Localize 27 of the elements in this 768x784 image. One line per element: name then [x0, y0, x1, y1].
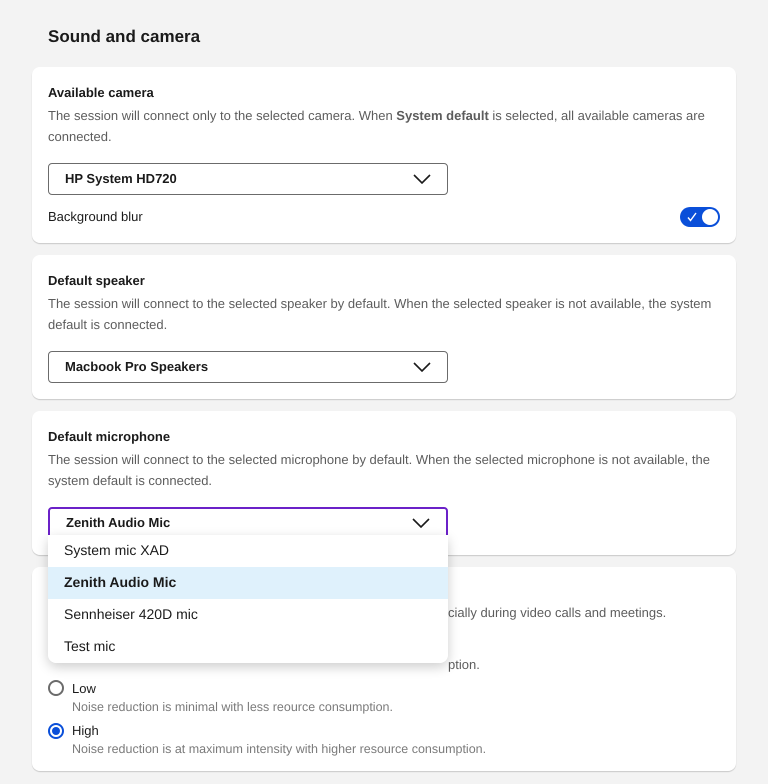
radio-button[interactable]: [48, 680, 64, 696]
chevron-down-icon: [413, 174, 431, 184]
section-description: The session will connect to the selected speaker by default. When the selected speaker is not available, the system default is connected.: [48, 294, 712, 334]
section-description: cially during video calls and meetings.: [448, 604, 666, 622]
section-heading: Default microphone: [48, 428, 172, 446]
option-description: ption.: [448, 656, 480, 674]
page-title: Sound and camera: [48, 26, 202, 48]
section-heading: Default speaker: [48, 272, 146, 290]
dropdown-select[interactable]: Macbook Pro Speakers: [48, 350, 448, 382]
option-description: Noise reduction is minimal with less reource consumption.: [71, 699, 394, 716]
section-description: The session will connect only to the selected camera. When System default is selected, all available cameras are connected.: [48, 106, 706, 146]
toggle-knob: [702, 208, 718, 224]
chevron-down-icon: [413, 362, 431, 372]
menu-option[interactable]: Test mic: [48, 630, 448, 662]
menu-option[interactable]: Sennheiser 420D mic: [48, 598, 448, 630]
check-icon: [687, 212, 697, 222]
toggle-switch[interactable]: [680, 206, 720, 226]
section-heading: Available camera: [48, 84, 155, 102]
radio-label: High: [72, 722, 99, 740]
section-description: The session will connect to the selected microphone by default. When the selected microphone is not available, the system default is connected.: [48, 450, 711, 490]
chevron-down-icon: [412, 518, 430, 528]
dropdown-select[interactable]: HP System HD720: [48, 162, 448, 194]
menu-option[interactable]: Zenith Audio Mic: [48, 566, 448, 598]
radio-label: Low: [72, 680, 96, 698]
option-description: Noise reduction is at maximum intensity with higher resource consumption.: [71, 741, 488, 758]
radio-button[interactable]: [48, 722, 64, 738]
toggle-label: Background blur: [48, 208, 143, 226]
